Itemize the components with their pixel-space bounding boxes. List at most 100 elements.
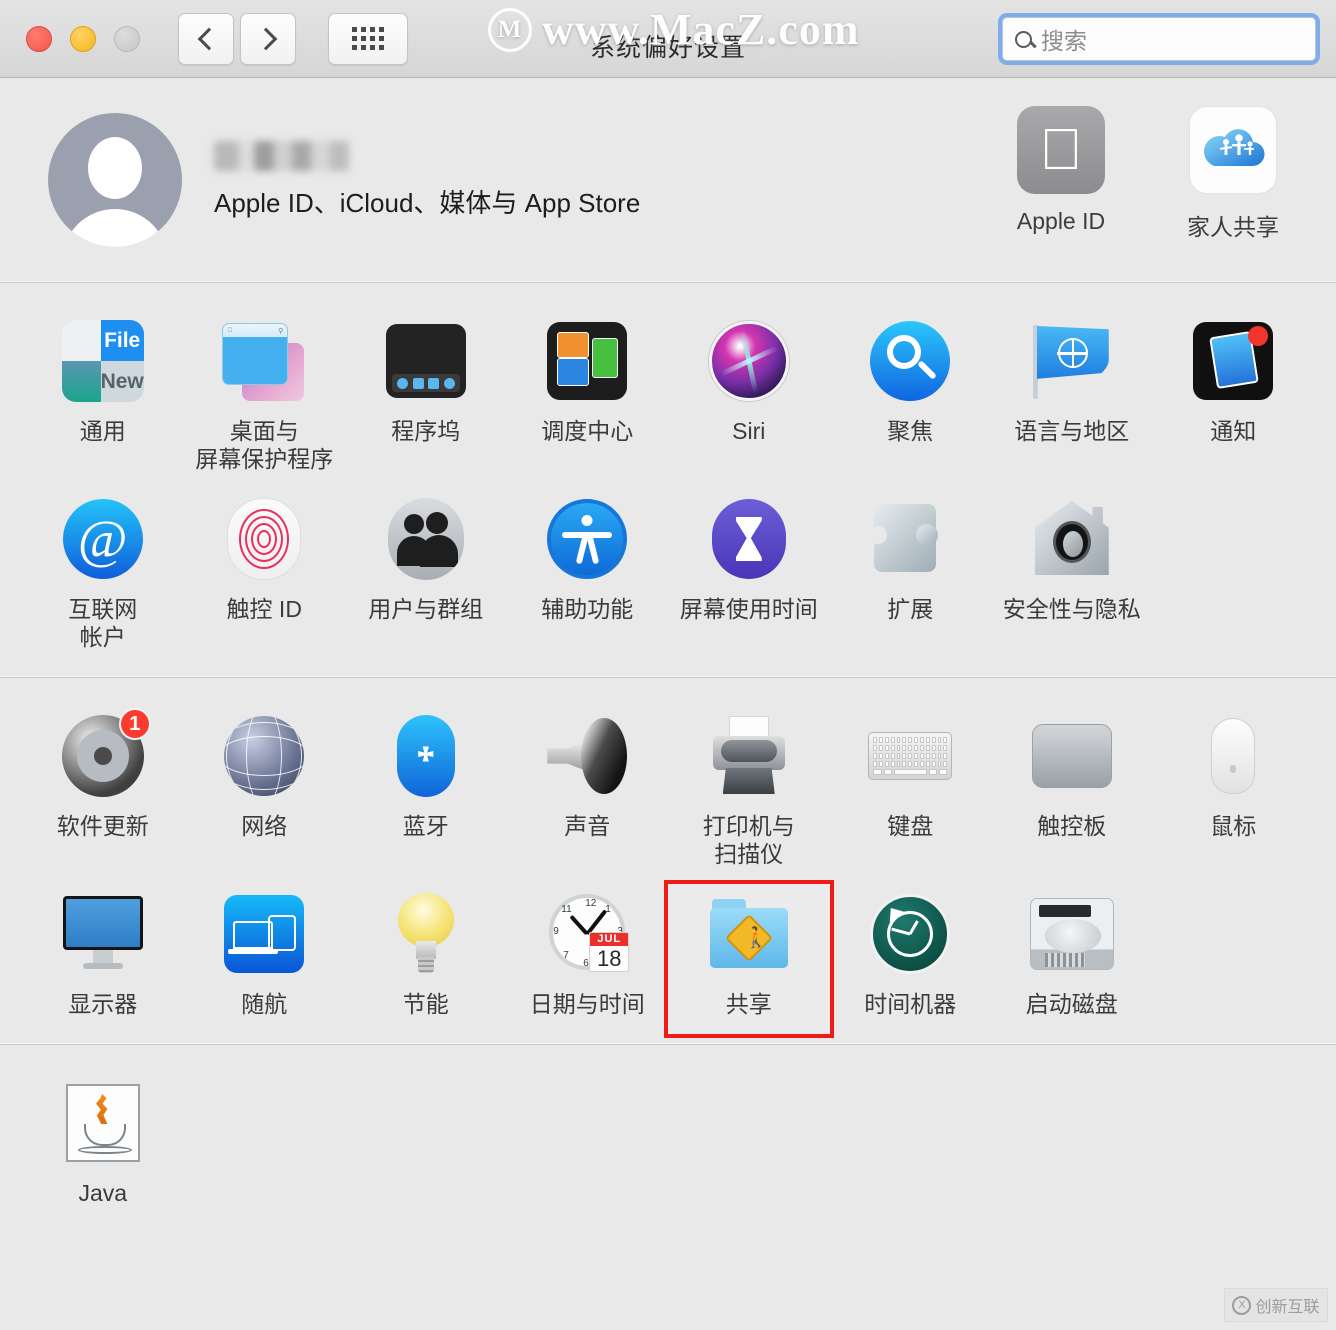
pref-bluetooth[interactable]: ᛭ 蓝牙 [345,706,507,884]
show-all-button[interactable] [328,12,408,65]
accessibility-icon [545,497,629,581]
apple-id-account-row[interactable]: Apple ID、iCloud、媒体与 App Store  Apple ID [0,78,1336,282]
status-badge: 1 [118,708,151,740]
search-input[interactable]: 搜索 [1002,17,1316,61]
bluetooth-icon: ᛭ [384,714,468,798]
pref-label-language-region: 语言与地区 [1014,418,1130,444]
pref-apple-id[interactable]:  Apple ID [1000,106,1122,242]
pref-network[interactable]: 网络 [184,706,346,884]
pref-software-update[interactable]: 1 软件更新 [22,706,184,884]
pref-sharing[interactable]: 🚶 共享 [664,880,834,1038]
forward-button[interactable] [240,12,296,65]
search-icon [1015,30,1032,48]
pref-sidecar[interactable]: 随航 [184,884,346,1034]
pref-time-machine[interactable]: 时间机器 [830,884,992,1034]
watermark-bottom: X 创新互联 [1224,1288,1328,1322]
pref-label-trackpad: 触控板 [1037,813,1107,839]
zoom-button[interactable] [114,25,140,52]
network-icon [222,714,306,798]
pref-desktop-screensaver[interactable]: ⚲ 桌面与 屏幕保护程序 [184,311,346,489]
close-button[interactable] [26,25,52,52]
pref-label-software-update: 软件更新 [56,813,149,839]
pref-siri[interactable]: Siri [668,311,830,489]
pref-label-accessibility: 辅助功能 [541,596,634,622]
pref-spotlight[interactable]: 聚焦 [830,311,992,489]
watermark-top: M www.MacZ.com [488,4,860,55]
internet-accounts-icon: @ [61,497,145,581]
pref-label-notifications: 通知 [1210,418,1257,444]
account-subtitle: Apple ID、iCloud、媒体与 App Store [214,187,641,218]
toolbar-nav-group [178,12,408,65]
pref-startup-disk[interactable]: 启动磁盘 [991,884,1153,1034]
pref-label-extensions: 扩展 [887,596,934,622]
dock-icon [384,319,468,403]
pref-label-java: Java [78,1180,128,1206]
pref-label-sidecar: 随航 [241,991,288,1017]
system-preferences-window: 系统偏好设置 M www.MacZ.com 搜索 Apple ID、iCloud… [0,0,1336,1330]
pref-energy-saver[interactable]: 节能 [345,884,507,1034]
pref-label-displays: 显示器 [68,991,138,1017]
pref-notifications[interactable]: 通知 [1153,311,1315,489]
sidecar-icon [222,892,306,976]
pref-language-region[interactable]: 语言与地区 [991,311,1153,489]
pref-label-internet-accounts: 互联网 帐户 [68,596,138,651]
siri-icon [707,319,791,403]
language-region-icon [1030,319,1114,403]
avatar[interactable] [48,113,182,247]
pref-label-family-sharing: 家人共享 [1187,214,1279,240]
extensions-icon [868,497,952,581]
section-personal: FileNew 通用 ⚲ 桌面与 屏幕保护程序 程序坞 [0,283,1336,677]
printers-scanners-icon [707,714,791,798]
pref-label-energy-saver: 节能 [402,991,449,1017]
java-icon [61,1081,145,1165]
search-field-wrapper[interactable]: 搜索 [998,13,1320,65]
pref-label-mouse: 鼠标 [1210,813,1257,839]
pref-mission-control[interactable]: 调度中心 [507,311,669,489]
pref-printers-scanners[interactable]: 打印机与 扫描仪 [668,706,830,884]
pref-users-groups[interactable]: 用户与群组 [345,489,507,667]
watermark-bottom-text: 创新互联 [1255,1299,1320,1316]
notifications-icon [1191,319,1275,403]
pref-sound[interactable]: 声音 [507,706,669,884]
pref-extensions[interactable]: 扩展 [830,489,992,667]
screen-time-icon [707,497,791,581]
pref-label-siri: Siri [732,418,766,444]
pref-touch-id[interactable]: 触控 ID [184,489,346,667]
pref-dock[interactable]: 程序坞 [345,311,507,489]
grid-empty-cell [1153,884,1315,1034]
pref-displays[interactable]: 显示器 [22,884,184,1034]
spotlight-icon [868,319,952,403]
pref-label-touch-id: 触控 ID [226,596,302,622]
pref-keyboard[interactable]: 键盘 [830,706,992,884]
pref-internet-accounts[interactable]: @ 互联网 帐户 [22,489,184,667]
traffic-light-group [26,25,140,52]
pref-label-security-privacy: 安全性与隐私 [1002,596,1141,622]
back-button[interactable] [178,12,234,65]
sharing-icon: 🚶 [707,892,791,976]
pref-mouse[interactable]: 鼠标 [1153,706,1315,884]
pref-label-network: 网络 [241,813,288,839]
minimize-button[interactable] [70,25,96,52]
pref-label-date-time: 日期与时间 [529,991,645,1017]
security-privacy-icon [1030,497,1114,581]
pref-family-sharing[interactable]: 家人共享 [1172,106,1294,242]
account-name-redacted [214,140,349,171]
desktop-screensaver-icon: ⚲ [222,319,306,403]
preferences-grid-hardware: 1 软件更新 网络 ᛭ 蓝牙 声音 打印机与 扫描仪 键盘 触控板 鼠标 显示器… [0,678,1336,1044]
pref-label-sharing: 共享 [725,991,772,1017]
pref-java[interactable]: Java [22,1073,184,1223]
time-machine-icon [868,892,952,976]
pref-general[interactable]: File New 通用 [22,311,184,489]
pref-label-bluetooth: 蓝牙 [402,813,449,839]
trackpad-icon [1030,714,1114,798]
family-sharing-icon [1189,106,1277,194]
energy-saver-icon [384,892,468,976]
pref-accessibility[interactable]: 辅助功能 [507,489,669,667]
pref-date-time[interactable]: 121 35 67 911 JUL 18 日期与时间 [507,884,669,1034]
pref-screen-time[interactable]: 屏幕使用时间 [668,489,830,667]
preferences-content: Apple ID、iCloud、媒体与 App Store  Apple ID [0,78,1336,1330]
pref-security-privacy[interactable]: 安全性与隐私 [991,489,1153,667]
users-groups-icon [384,497,468,581]
pref-trackpad[interactable]: 触控板 [991,706,1153,884]
startup-disk-icon [1029,892,1114,976]
